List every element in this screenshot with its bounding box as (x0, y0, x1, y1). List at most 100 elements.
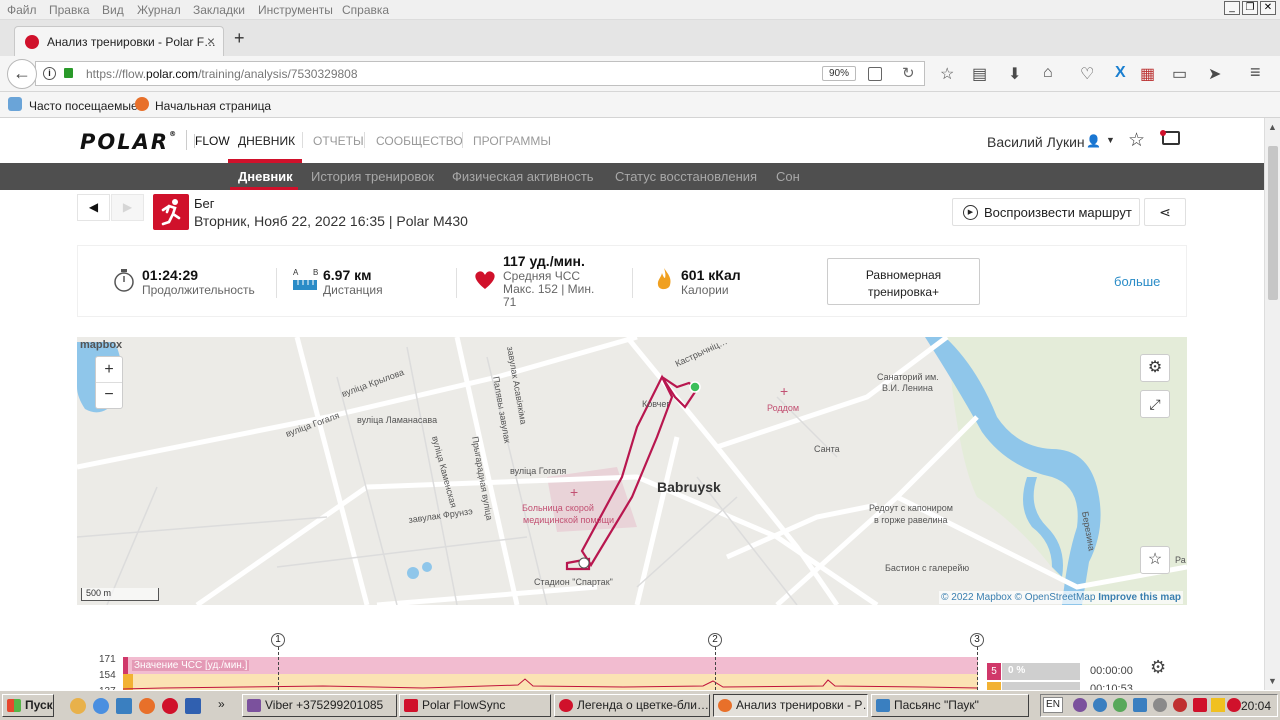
back-button[interactable]: ← (7, 59, 37, 89)
lap-marker-2[interactable]: 2 (708, 633, 722, 647)
extension-x-icon[interactable]: X (1115, 64, 1126, 82)
more-quicklaunch-icon[interactable]: » (218, 697, 225, 711)
start-label: Пуск (25, 698, 53, 712)
hamburger-menu-icon[interactable]: ≡ (1250, 62, 1261, 83)
language-indicator[interactable]: EN (1043, 697, 1063, 713)
nav-reports[interactable]: ОТЧЕТЫ (313, 134, 364, 148)
subnav-training-history[interactable]: История тренировок (311, 169, 434, 184)
zoom-level[interactable]: 90% (822, 66, 856, 81)
menu-bookmarks[interactable]: Закладки (193, 3, 245, 17)
subnav-recovery-status[interactable]: Статус восстановления (615, 169, 757, 184)
user-icon[interactable]: 👤 (1086, 134, 1101, 148)
bookmark-star-icon[interactable]: ☆ (940, 64, 954, 84)
map-settings-icon[interactable]: ⚙ (1140, 354, 1170, 382)
training-benefit-button[interactable]: Равномерная тренировка+ (827, 258, 980, 305)
url-text[interactable]: https://flow.polar.com/training/analysis… (86, 67, 358, 81)
menu-view[interactable]: Вид (102, 3, 124, 17)
tray-opera-icon[interactable] (1227, 698, 1241, 712)
share-icon: ⋖ (1159, 204, 1171, 220)
opera-icon[interactable] (162, 698, 178, 714)
restore-icon[interactable]: ❐ (1242, 1, 1258, 15)
quicklaunch-icon[interactable] (70, 698, 86, 714)
nav-diary[interactable]: ДНЕВНИК (238, 134, 295, 148)
chevron-down-icon[interactable]: ▼ (1106, 135, 1115, 145)
menu-file[interactable]: Файл (7, 3, 37, 17)
fullscreen-icon[interactable]: ⤢ (1140, 390, 1170, 418)
menu-tools[interactable]: Инструменты (258, 3, 333, 17)
mapbox-logo[interactable]: mapbox (80, 339, 122, 351)
subnav-sleep[interactable]: Сон (776, 169, 800, 184)
library-icon[interactable]: ▤ (972, 64, 987, 84)
lap-marker-3[interactable]: 3 (970, 633, 984, 647)
scroll-thumb[interactable] (1268, 146, 1278, 300)
start-button[interactable]: Пуск (2, 694, 54, 717)
polar-logo[interactable]: POLAR® (80, 130, 178, 154)
task-viber[interactable]: Viber +375299201085 (242, 694, 397, 717)
task-firefox[interactable]: Анализ тренировки - P… (713, 694, 868, 717)
attribution-osm[interactable]: © OpenStreetMap (1015, 592, 1096, 603)
subnav-diary[interactable]: Дневник (238, 169, 293, 184)
task-solitaire[interactable]: Пасьянс "Паук" (871, 694, 1029, 717)
bookmark-most-visited[interactable]: Часто посещаемые (29, 99, 138, 113)
url-bar[interactable]: i https://flow.polar.com/training/analys… (35, 61, 925, 86)
route-map[interactable]: вуліца Крылова вуліца Ламанасава вуліца … (77, 337, 1187, 605)
tray-flowsync-icon[interactable] (1193, 698, 1207, 712)
subnav-activity[interactable]: Физическая активность (452, 169, 594, 184)
scroll-up-icon[interactable]: ▲ (1268, 122, 1277, 132)
flag-icon[interactable]: ▦ (1140, 64, 1155, 84)
reload-icon[interactable]: ↻ (902, 64, 915, 82)
close-tab-icon[interactable]: × (207, 33, 215, 49)
play-icon: ▶ (963, 205, 978, 220)
new-tab-icon[interactable]: + (234, 28, 245, 49)
tray-icon[interactable] (1153, 698, 1167, 712)
improve-map-link[interactable]: Improve this map (1098, 592, 1181, 603)
task-opera[interactable]: Легенда о цветке-бли… (554, 694, 710, 717)
user-name[interactable]: Василий Лукин (987, 134, 1085, 150)
chart-settings-icon[interactable]: ⚙ (1150, 657, 1166, 678)
task-label: Пасьянс "Паук" (894, 698, 979, 712)
site-info-icon[interactable]: i (43, 67, 56, 80)
tray-viber-icon[interactable] (1073, 698, 1087, 712)
page-scrollbar[interactable]: ▲ ▼ (1264, 118, 1280, 690)
lap-marker-1[interactable]: 1 (271, 633, 285, 647)
favorites-star-icon[interactable]: ☆ (1128, 129, 1145, 152)
task-flowsync[interactable]: Polar FlowSync (399, 694, 551, 717)
menu-edit[interactable]: Правка (49, 3, 90, 17)
zoom-in-button[interactable]: + (96, 357, 122, 383)
nav-community[interactable]: СООБЩЕСТВО (376, 134, 463, 148)
task-label: Легенда о цветке-бли… (577, 698, 709, 712)
logo-divider (186, 130, 187, 150)
downloads-icon[interactable]: ⬇ (1008, 64, 1021, 84)
menu-history[interactable]: Журнал (137, 3, 181, 17)
home-icon[interactable]: ⌂ (1043, 64, 1053, 82)
reader-view-icon[interactable] (868, 67, 882, 81)
pocket-icon[interactable]: ♡ (1080, 64, 1094, 84)
browser-tab[interactable]: Анализ тренировки - Polar F… × (14, 26, 224, 56)
scroll-down-icon[interactable]: ▼ (1268, 676, 1277, 686)
tray-antivirus-icon[interactable] (1173, 698, 1187, 712)
close-window-icon[interactable]: ✕ (1260, 1, 1276, 15)
previous-training-button[interactable]: ◀ (77, 194, 110, 221)
map-star-icon[interactable]: ☆ (1140, 546, 1170, 574)
bookmark-start-page[interactable]: Начальная страница (155, 99, 271, 113)
attribution-mapbox[interactable]: © 2022 Mapbox (941, 592, 1012, 603)
screen-icon[interactable]: ▭ (1172, 64, 1187, 84)
clock[interactable]: 20:04 (1241, 699, 1271, 713)
zoom-out-button[interactable]: − (96, 383, 122, 409)
tray-icon[interactable] (1133, 698, 1147, 712)
chrome-icon[interactable] (93, 698, 109, 714)
explorer-icon[interactable] (116, 698, 132, 714)
next-training-button[interactable]: ▶ (111, 194, 144, 221)
more-link[interactable]: больше (1114, 274, 1160, 289)
play-route-button[interactable]: ▶ Воспроизвести маршрут (952, 198, 1140, 226)
minimize-icon[interactable]: _ (1224, 1, 1240, 15)
nav-programs[interactable]: ПРОГРАММЫ (473, 134, 551, 148)
tray-icon[interactable] (1093, 698, 1107, 712)
menu-help[interactable]: Справка (342, 3, 389, 17)
tray-icon[interactable] (1113, 698, 1127, 712)
tray-warning-icon[interactable] (1211, 698, 1225, 712)
firefox-quicklaunch-icon[interactable] (139, 698, 155, 714)
share-button[interactable]: ⋖ (1144, 198, 1186, 226)
send-icon[interactable]: ➤ (1208, 64, 1221, 84)
save-icon[interactable] (185, 698, 201, 714)
